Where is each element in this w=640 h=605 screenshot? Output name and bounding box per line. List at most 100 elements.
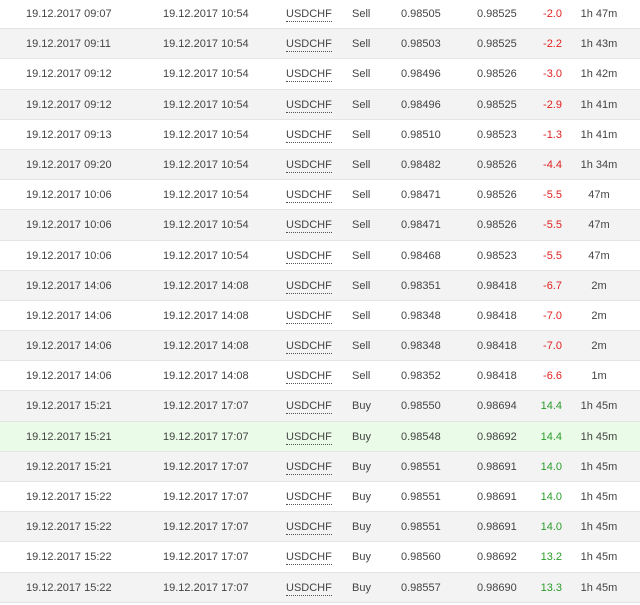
symbol-cell: USDCHF bbox=[286, 29, 332, 59]
trade-type-cell: Sell bbox=[352, 8, 371, 20]
open-price-cell: 0.98348 bbox=[401, 340, 441, 353]
symbol-link[interactable]: USDCHF bbox=[286, 8, 332, 22]
open-time-cell: 19.12.2017 15:21 bbox=[26, 460, 112, 473]
close-price-cell: 0.98525 bbox=[477, 38, 517, 51]
close-time-cell: 19.12.2017 14:08 bbox=[163, 340, 249, 353]
table-row[interactable]: 19.12.2017 14:06 19.12.2017 14:08 USDCHF Se… bbox=[0, 301, 640, 332]
open-time-cell: 19.12.2017 15:22 bbox=[26, 521, 112, 534]
profit-cell: -5.5 bbox=[543, 189, 562, 202]
table-row[interactable]: 19.12.2017 14:06 19.12.2017 14:08 USDCHF Se… bbox=[0, 270, 640, 301]
symbol-link[interactable]: USDCHF bbox=[286, 431, 332, 445]
table-row[interactable]: 19.12.2017 15:21 19.12.2017 17:07 USDCHF Bu… bbox=[0, 421, 640, 452]
table-row[interactable]: 19.12.2017 14:06 19.12.2017 14:08 USDCHF Se… bbox=[0, 361, 640, 392]
profit-cell: -6.6 bbox=[543, 370, 562, 383]
close-price-cell: 0.98691 bbox=[477, 521, 517, 534]
trade-type-cell: Sell bbox=[352, 98, 371, 111]
open-time-cell: 19.12.2017 10:06 bbox=[26, 219, 112, 232]
close-time-cell: 19.12.2017 10:54 bbox=[163, 68, 249, 81]
symbol-link[interactable]: USDCHF bbox=[286, 340, 332, 355]
symbol-cell: USDCHF bbox=[286, 361, 332, 391]
symbol-link[interactable]: USDCHF bbox=[286, 219, 332, 234]
symbol-link[interactable]: USDCHF bbox=[286, 370, 332, 385]
close-price-cell: 0.98418 bbox=[477, 279, 517, 292]
duration-cell: 1h 45m bbox=[580, 521, 618, 534]
open-time-cell: 19.12.2017 14:06 bbox=[26, 309, 112, 322]
duration-cell: 1h 34m bbox=[580, 158, 618, 171]
table-row[interactable]: 19.12.2017 09:12 19.12.2017 10:54 USDCHF Se… bbox=[0, 89, 640, 120]
symbol-link[interactable]: USDCHF bbox=[286, 68, 332, 83]
symbol-cell: USDCHF bbox=[286, 271, 332, 301]
close-time-cell: 19.12.2017 17:07 bbox=[163, 491, 249, 503]
close-time-cell: 19.12.2017 14:08 bbox=[163, 279, 249, 292]
symbol-link[interactable]: USDCHF bbox=[286, 280, 332, 294]
trade-type-cell: Sell bbox=[352, 158, 371, 171]
profit-cell: -7.0 bbox=[543, 340, 562, 353]
table-row[interactable]: 19.12.2017 10:06 19.12.2017 10:54 USDCHF Se… bbox=[0, 241, 640, 271]
close-time-cell: 19.12.2017 17:07 bbox=[163, 551, 249, 564]
close-time-cell: 19.12.2017 10:54 bbox=[163, 128, 249, 141]
table-row[interactable]: 19.12.2017 15:22 19.12.2017 17:07 USDCHF Bu… bbox=[0, 542, 640, 573]
symbol-cell: USDCHF bbox=[286, 59, 332, 89]
duration-cell: 1h 45m bbox=[580, 430, 618, 443]
table-row[interactable]: 19.12.2017 15:22 19.12.2017 17:07 USDCHF Bu… bbox=[0, 572, 640, 603]
symbol-link[interactable]: USDCHF bbox=[286, 582, 332, 596]
symbol-link[interactable]: USDCHF bbox=[286, 461, 332, 475]
symbol-link[interactable]: USDCHF bbox=[286, 310, 332, 324]
close-time-cell: 19.12.2017 10:54 bbox=[163, 38, 249, 51]
symbol-link[interactable]: USDCHF bbox=[286, 38, 332, 53]
open-price-cell: 0.98351 bbox=[401, 279, 441, 292]
table-row[interactable]: 19.12.2017 09:11 19.12.2017 10:54 USDCHF Se… bbox=[0, 29, 640, 60]
profit-cell: 14.4 bbox=[540, 430, 562, 443]
duration-cell: 2m bbox=[591, 279, 607, 292]
open-price-cell: 0.98496 bbox=[401, 98, 441, 111]
open-time-cell: 19.12.2017 14:06 bbox=[26, 340, 112, 353]
symbol-link[interactable]: USDCHF bbox=[286, 491, 332, 505]
table-row[interactable]: 19.12.2017 09:12 19.12.2017 10:54 USDCHF Se… bbox=[0, 59, 640, 90]
symbol-link[interactable]: USDCHF bbox=[286, 99, 332, 113]
table-row[interactable]: 19.12.2017 15:22 19.12.2017 17:07 USDCHF Bu… bbox=[0, 512, 640, 543]
trade-type-cell: Buy bbox=[352, 460, 371, 473]
table-row[interactable]: 19.12.2017 09:07 19.12.2017 10:54 USDCHF Se… bbox=[0, 0, 640, 30]
symbol-cell: USDCHF bbox=[286, 422, 332, 452]
symbol-link[interactable]: USDCHF bbox=[286, 129, 332, 143]
symbol-link[interactable]: USDCHF bbox=[286, 250, 332, 264]
duration-cell: 1m bbox=[591, 370, 607, 383]
close-price-cell: 0.98525 bbox=[477, 98, 517, 111]
close-time-cell: 19.12.2017 17:07 bbox=[163, 430, 249, 443]
close-price-cell: 0.98418 bbox=[477, 309, 517, 322]
profit-cell: -2.0 bbox=[543, 8, 562, 20]
close-price-cell: 0.98692 bbox=[477, 551, 517, 564]
table-row[interactable]: 19.12.2017 14:06 19.12.2017 14:08 USDCHF Se… bbox=[0, 331, 640, 362]
table-row[interactable]: 19.12.2017 09:20 19.12.2017 10:54 USDCHF Se… bbox=[0, 149, 640, 181]
table-row[interactable]: 19.12.2017 15:21 19.12.2017 17:07 USDCHF Bu… bbox=[0, 391, 640, 422]
close-time-cell: 19.12.2017 10:54 bbox=[163, 98, 249, 111]
open-time-cell: 19.12.2017 09:20 bbox=[26, 158, 112, 171]
symbol-link[interactable]: USDCHF bbox=[286, 521, 332, 536]
trade-type-cell: Sell bbox=[352, 38, 371, 51]
trade-type-cell: Buy bbox=[352, 521, 371, 534]
table-row[interactable]: 19.12.2017 10:06 19.12.2017 10:54 USDCHF Se… bbox=[0, 210, 640, 241]
table-row[interactable]: 19.12.2017 10:06 19.12.2017 10:54 USDCHF Se… bbox=[0, 180, 640, 211]
trade-type-cell: Sell bbox=[352, 68, 371, 81]
profit-cell: -5.5 bbox=[543, 219, 562, 232]
open-price-cell: 0.98496 bbox=[401, 68, 441, 81]
close-time-cell: 19.12.2017 10:54 bbox=[163, 189, 249, 202]
trade-type-cell: Buy bbox=[352, 581, 371, 594]
symbol-link[interactable]: USDCHF bbox=[286, 189, 332, 204]
profit-cell: -6.7 bbox=[543, 279, 562, 292]
symbol-cell: USDCHF bbox=[286, 150, 332, 180]
trade-type-cell: Sell bbox=[352, 189, 371, 202]
close-price-cell: 0.98526 bbox=[477, 158, 517, 171]
open-time-cell: 19.12.2017 14:06 bbox=[26, 279, 112, 292]
open-price-cell: 0.98505 bbox=[401, 8, 441, 20]
symbol-cell: USDCHF bbox=[286, 241, 332, 271]
table-row[interactable]: 19.12.2017 09:13 19.12.2017 10:54 USDCHF Se… bbox=[0, 120, 640, 150]
table-row[interactable]: 19.12.2017 15:21 19.12.2017 17:07 USDCHF Bu… bbox=[0, 451, 640, 482]
symbol-link[interactable]: USDCHF bbox=[286, 159, 332, 173]
table-row[interactable]: 19.12.2017 15:22 19.12.2017 17:07 USDCHF Bu… bbox=[0, 482, 640, 513]
symbol-cell: USDCHF bbox=[286, 331, 332, 361]
symbol-link[interactable]: USDCHF bbox=[286, 400, 332, 415]
symbol-link[interactable]: USDCHF bbox=[286, 551, 332, 566]
trade-type-cell: Sell bbox=[352, 370, 371, 383]
open-time-cell: 19.12.2017 15:22 bbox=[26, 551, 112, 564]
